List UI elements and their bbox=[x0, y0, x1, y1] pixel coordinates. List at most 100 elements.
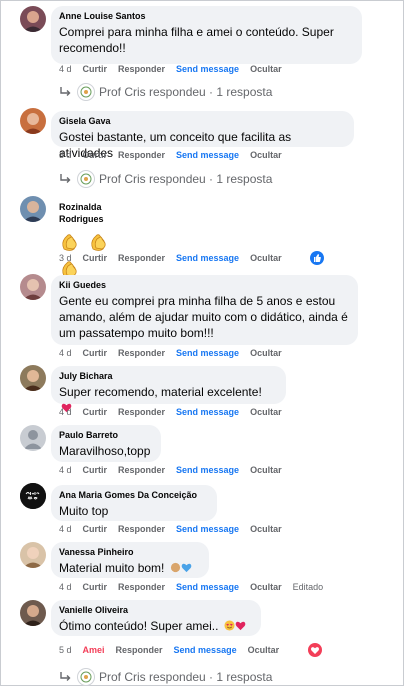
send-message-button[interactable]: Send message bbox=[176, 465, 239, 475]
waving-hand-icon bbox=[170, 562, 180, 573]
replies-link[interactable]: Prof Cris respondeu · 1 resposta bbox=[59, 668, 272, 686]
timestamp[interactable]: 4 d bbox=[59, 348, 72, 358]
heart-eyes-icon bbox=[224, 620, 235, 631]
timestamp[interactable]: 3 d bbox=[59, 253, 72, 263]
comment-bubble: Ana Maria Gomes Da Conceição Muito top bbox=[51, 485, 217, 521]
commenter-name[interactable]: Anne Louise Santos bbox=[59, 10, 354, 22]
like-button[interactable]: Curtir bbox=[83, 582, 108, 592]
like-button[interactable]: Curtir bbox=[83, 64, 108, 74]
reply-button[interactable]: Responder bbox=[118, 582, 165, 592]
avatar[interactable] bbox=[20, 600, 46, 626]
send-message-button[interactable]: Send message bbox=[176, 524, 239, 534]
send-message-button[interactable]: Send message bbox=[176, 582, 239, 592]
timestamp[interactable]: 5 d bbox=[59, 645, 72, 655]
like-button[interactable]: Curtir bbox=[83, 524, 108, 534]
like-button[interactable]: Curtir bbox=[83, 150, 108, 160]
send-message-button[interactable]: Send message bbox=[176, 348, 239, 358]
comment-actions: 4 d Curtir Responder Send message Oculta… bbox=[59, 348, 293, 358]
replier-avatar bbox=[77, 170, 95, 188]
timestamp[interactable]: 4 d bbox=[59, 64, 72, 74]
comment-actions: 3 d Curtir Responder Send message Oculta… bbox=[59, 150, 293, 160]
send-message-button[interactable]: Send message bbox=[176, 64, 239, 74]
comment-bubble: Kii Guedes Gente eu comprei pra minha fi… bbox=[51, 275, 358, 345]
reply-arrow-icon bbox=[60, 87, 71, 96]
comment-text: Maravilhoso,topp bbox=[59, 444, 151, 458]
reply-button[interactable]: Responder bbox=[118, 150, 165, 160]
comment-bubble: July Bichara Super recomendo, material e… bbox=[51, 366, 286, 413]
hide-button[interactable]: Ocultar bbox=[250, 150, 282, 160]
edited-label: Editado bbox=[292, 582, 324, 592]
comment-actions: 4 d Curtir Responder Send message Oculta… bbox=[59, 524, 293, 534]
avatar[interactable] bbox=[20, 108, 46, 134]
hide-button[interactable]: Ocultar bbox=[250, 582, 282, 592]
clapping-hands-icon bbox=[62, 234, 77, 251]
timestamp[interactable]: 3 d bbox=[59, 150, 72, 160]
avatar[interactable] bbox=[20, 196, 46, 222]
commenter-name[interactable]: Gisela Gava bbox=[59, 115, 346, 127]
replies-summary: Prof Cris respondeu · 1 resposta bbox=[99, 172, 273, 186]
commenter-name[interactable]: Vanielle Oliveira bbox=[59, 604, 253, 616]
avatar[interactable] bbox=[20, 483, 46, 509]
luto-mae-logo bbox=[20, 483, 46, 509]
hide-button[interactable]: Ocultar bbox=[250, 465, 282, 475]
comment-text: Material muito bom! bbox=[59, 560, 201, 576]
like-button[interactable]: Curtir bbox=[83, 348, 108, 358]
love-button[interactable]: Amei bbox=[83, 645, 105, 655]
avatar[interactable] bbox=[20, 425, 46, 451]
reply-arrow-icon bbox=[60, 174, 71, 183]
like-button[interactable]: Curtir bbox=[83, 465, 108, 475]
reply-button[interactable]: Responder bbox=[118, 348, 165, 358]
comment-actions: 4 d Curtir Responder Send message Oculta… bbox=[59, 64, 293, 74]
comment-text: Muito top bbox=[59, 504, 109, 518]
reply-button[interactable]: Responder bbox=[116, 645, 163, 655]
love-reaction-icon[interactable] bbox=[308, 643, 322, 657]
reply-button[interactable]: Responder bbox=[118, 465, 165, 475]
comment-actions: 5 d Amei Responder Send message Ocultar bbox=[59, 645, 290, 655]
hide-button[interactable]: Ocultar bbox=[250, 407, 282, 417]
send-message-button[interactable]: Send message bbox=[176, 150, 239, 160]
comment-text: Comprei para minha filha e amei o conteú… bbox=[59, 25, 334, 55]
comment-bubble: Vanielle Oliveira Ótimo conteúdo! Super … bbox=[51, 600, 261, 636]
commenter-name[interactable]: Ana Maria Gomes Da Conceição bbox=[59, 489, 209, 501]
reply-button[interactable]: Responder bbox=[118, 407, 165, 417]
hide-button[interactable]: Ocultar bbox=[250, 64, 282, 74]
replies-summary: Prof Cris respondeu · 1 resposta bbox=[99, 85, 273, 99]
comment-actions: 4 d Curtir Responder Send message Oculta… bbox=[59, 465, 293, 475]
send-message-button[interactable]: Send message bbox=[176, 253, 239, 263]
avatar[interactable] bbox=[20, 365, 46, 391]
like-button[interactable]: Curtir bbox=[83, 253, 108, 263]
commenter-name[interactable]: July Bichara bbox=[59, 370, 278, 382]
hide-button[interactable]: Ocultar bbox=[250, 253, 282, 263]
send-message-button[interactable]: Send message bbox=[174, 645, 237, 655]
replies-summary: Prof Cris respondeu · 1 resposta bbox=[99, 670, 273, 684]
reply-button[interactable]: Responder bbox=[118, 524, 165, 534]
reply-button[interactable]: Responder bbox=[118, 253, 165, 263]
comment-text: Gente eu comprei pra minha filha de 5 an… bbox=[59, 294, 348, 340]
replies-link[interactable]: Prof Cris respondeu · 1 resposta bbox=[59, 170, 272, 188]
comment-thread: Anne Louise Santos Comprei para minha fi… bbox=[0, 0, 404, 686]
send-message-button[interactable]: Send message bbox=[176, 407, 239, 417]
commenter-name[interactable]: Paulo Barreto bbox=[59, 429, 153, 441]
reply-button[interactable]: Responder bbox=[118, 64, 165, 74]
reply-arrow-icon bbox=[60, 672, 71, 681]
timestamp[interactable]: 4 d bbox=[59, 407, 72, 417]
red-heart-icon bbox=[235, 621, 246, 631]
commenter-name[interactable]: Rozinalda Rodrigues bbox=[59, 201, 141, 225]
commenter-name[interactable]: Vanessa Pinheiro bbox=[59, 546, 201, 558]
avatar[interactable] bbox=[20, 274, 46, 300]
comment-bubble: Gisela Gava Gostei bastante, um conceito… bbox=[51, 111, 354, 160]
timestamp[interactable]: 4 d bbox=[59, 465, 72, 475]
comment-bubble: Paulo Barreto Maravilhoso,topp bbox=[51, 425, 161, 462]
replies-link[interactable]: Prof Cris respondeu · 1 resposta bbox=[59, 83, 272, 101]
commenter-name[interactable]: Kii Guedes bbox=[59, 279, 350, 291]
avatar[interactable] bbox=[20, 542, 46, 568]
like-reaction-icon[interactable] bbox=[310, 251, 324, 265]
timestamp[interactable]: 4 d bbox=[59, 582, 72, 592]
avatar[interactable] bbox=[20, 6, 46, 32]
like-button[interactable]: Curtir bbox=[83, 407, 108, 417]
timestamp[interactable]: 4 d bbox=[59, 524, 72, 534]
hide-button[interactable]: Ocultar bbox=[250, 348, 282, 358]
hide-button[interactable]: Ocultar bbox=[248, 645, 280, 655]
comment-actions: 4 d Curtir Responder Send message Oculta… bbox=[59, 582, 334, 592]
hide-button[interactable]: Ocultar bbox=[250, 524, 282, 534]
